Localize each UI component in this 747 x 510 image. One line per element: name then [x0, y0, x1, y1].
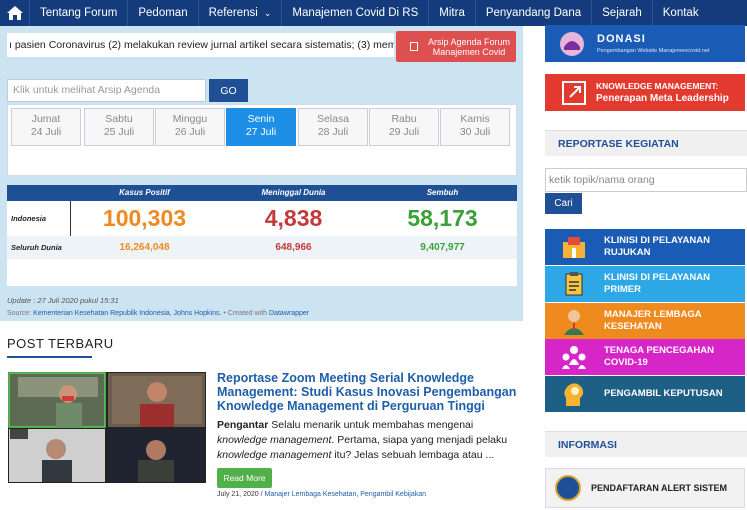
day-tab-sabtu[interactable]: Sabtu 25 Juli — [84, 108, 154, 146]
source-link[interactable]: Kementerian Kesehatan Republik Indonesia… — [33, 310, 221, 317]
day-tab-minggu[interactable]: Minggu 26 Juli — [155, 108, 225, 146]
table-row: Indonesia 100,303 4,838 58,173 — [7, 201, 517, 236]
post-title-link[interactable]: Reportase Zoom Meeting Serial Knowledge … — [217, 371, 517, 413]
reportase-heading: REPORTASE KEGIATAN — [545, 130, 747, 156]
nav-item-referensi[interactable]: Referensi ⌄ — [199, 0, 283, 26]
post-meta: July 21, 2020 / Manajer Lembaga Kesehata… — [217, 491, 426, 498]
category-link[interactable]: Pengambil Kebijakan — [360, 491, 426, 498]
read-more-button[interactable]: Read More — [217, 468, 272, 488]
go-button[interactable]: GO — [209, 79, 248, 102]
source-text: Source: Kementerian Kesehatan Republik I… — [7, 310, 310, 317]
dunia-sembuh: 9,407,977 — [420, 242, 465, 253]
section-title: POST TERBARU — [7, 336, 114, 351]
home-icon[interactable] — [0, 0, 30, 26]
category-manajer-lembaga[interactable]: MANAJER LEMBAGA KESEHATAN — [545, 303, 745, 339]
nav-item-pedoman[interactable]: Pedoman — [128, 0, 199, 26]
nav-item-mitra[interactable]: Mitra — [429, 0, 476, 26]
category-link[interactable]: Manajer Lembaga Kesehatan — [265, 491, 357, 498]
category-tenaga-pencegahan[interactable]: TENAGA PENCEGAHAN COVID-19 — [545, 339, 745, 375]
knowledge-management-banner[interactable]: KNOWLEDGE MANAGEMENT: Penerapan Meta Lea… — [545, 74, 745, 111]
agenda-panel: ı pasien Coronavirus (2) melakukan revie… — [0, 26, 523, 321]
hospital-icon — [560, 233, 588, 261]
reportase-search-input[interactable]: ketik topik/nama orang — [545, 168, 747, 192]
alert-sistem-banner[interactable]: PENDAFTARAN ALERT SISTEM — [545, 468, 745, 508]
calendar-icon — [410, 42, 418, 51]
informasi-heading: INFORMASI — [545, 431, 747, 457]
agenda-ticker[interactable]: ı pasien Coronavirus (2) melakukan revie… — [7, 33, 394, 57]
covid-stats-table: Kasus Positif Meninggal Dunia Sembuh Ind… — [7, 185, 517, 286]
day-tab-jumat[interactable]: Jumat 24 Juli — [11, 108, 81, 146]
arsip-agenda-button[interactable]: Arsip Agenda Forum Manajemen Covid — [396, 31, 516, 62]
indonesia-meninggal: 4,838 — [264, 205, 323, 231]
nav-item-manajemen-covid[interactable]: Manajemen Covid Di RS — [282, 0, 430, 26]
indonesia-positif: 100,303 — [102, 205, 187, 231]
clipboard-icon — [560, 270, 588, 298]
update-text: Update : 27 Juli 2020 pukul 15:31 — [7, 296, 119, 305]
indonesia-sembuh: 58,173 — [407, 205, 478, 231]
post-excerpt: Pengantar Selalu menarik untuk membahas … — [217, 419, 508, 461]
covid-table-header: Kasus Positif Meninggal Dunia Sembuh — [7, 185, 517, 201]
team-icon — [560, 343, 588, 371]
header-meninggal-dunia: Meninggal Dunia — [261, 188, 326, 197]
post-thumbnail[interactable] — [8, 372, 206, 483]
head-bulb-icon — [560, 380, 588, 408]
day-selector: Jumat 24 Juli Sabtu 25 Juli Minggu 26 Juli … — [7, 104, 517, 176]
manager-icon — [560, 307, 588, 335]
day-tab-kamis[interactable]: Kamis 30 Juli — [440, 108, 510, 146]
category-klinisi-primer[interactable]: KLINISI DI PELAYANAN PRIMER — [545, 266, 745, 302]
chevron-down-icon: ⌄ — [263, 7, 272, 18]
header-kasus-positif: Kasus Positif — [119, 188, 170, 197]
nav-item-sejarah[interactable]: Sejarah — [592, 0, 653, 26]
donasi-banner[interactable]: DONASI Pengembangan Website Manajemencov… — [545, 25, 745, 62]
cari-button[interactable]: Cari — [545, 193, 582, 214]
nav-item-penyandang-dana[interactable]: Penyandang Dana — [476, 0, 593, 26]
datawrapper-link[interactable]: Datawrapper — [269, 310, 309, 317]
day-tab-senin[interactable]: Senin 27 Juli — [226, 108, 296, 146]
shield-emblem-icon — [555, 475, 581, 501]
nav-item-tentang-forum[interactable]: Tentang Forum — [30, 0, 129, 26]
section-underline — [7, 356, 92, 358]
arsip-agenda-input[interactable]: Klik untuk melihat Arsip Agenda — [7, 79, 206, 102]
dunia-positif: 16,264,048 — [119, 242, 170, 253]
day-tab-rabu[interactable]: Rabu 29 Juli — [369, 108, 439, 146]
table-row: Seluruh Dunia 16,264,048 648,966 9,407,9… — [7, 236, 517, 259]
nav-item-kontak[interactable]: Kontak — [653, 0, 709, 26]
day-tab-selasa[interactable]: Selasa 28 Juli — [298, 108, 368, 146]
header-sembuh: Sembuh — [426, 188, 459, 197]
category-klinisi-rujukan[interactable]: KLINISI DI PELAYANAN RUJUKAN — [545, 229, 745, 265]
donation-icon — [559, 31, 585, 57]
top-nav: Tentang Forum Pedoman Referensi ⌄ Manajem… — [0, 0, 747, 26]
category-pengambil-keputusan[interactable]: PENGAMBIL KEPUTUSAN — [545, 376, 745, 412]
external-link-icon — [562, 80, 586, 105]
dunia-meninggal: 648,966 — [275, 242, 312, 253]
